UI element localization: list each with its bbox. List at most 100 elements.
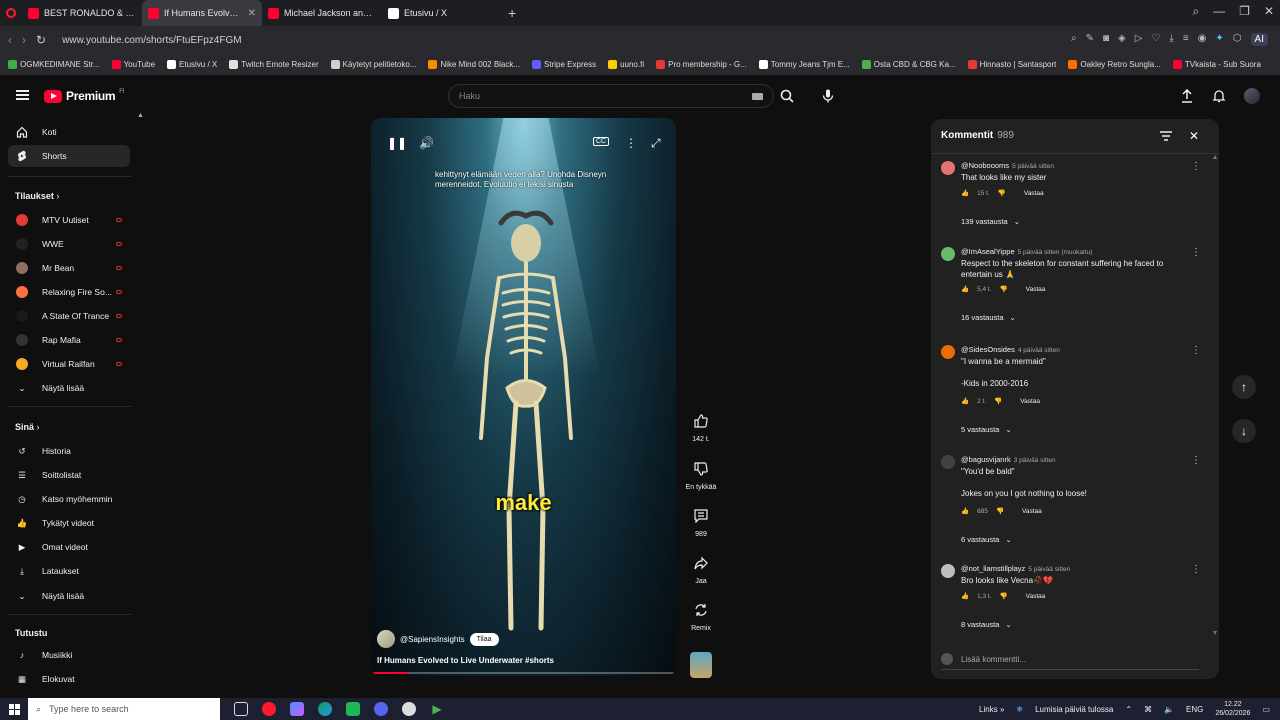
bookmark-item[interactable]: Etusivu / X xyxy=(167,60,217,69)
replies-toggle[interactable]: 8 vastausta ⌄ xyxy=(961,620,1012,629)
comment-menu-icon[interactable]: ⋮ xyxy=(1191,564,1201,575)
comment-author[interactable]: @SidesOnsides 4 päivää sitten xyxy=(961,345,1060,354)
sort-icon[interactable] xyxy=(1160,131,1172,141)
sidebar-item[interactable]: ▦ Elokuvat xyxy=(8,668,130,690)
volume-icon[interactable]: 🔊 xyxy=(419,136,434,150)
browser-tab[interactable]: Michael Jackson and Aar xyxy=(262,0,382,26)
bookmark-item[interactable]: Twitch Emote Resizer xyxy=(229,60,319,69)
bookmark-item[interactable]: OGMKEDIMANE Str... xyxy=(8,60,100,69)
comment-icon[interactable] xyxy=(690,505,712,527)
you-heading[interactable]: Sinä › xyxy=(15,422,40,432)
comment-author[interactable]: @Nooboooms 5 päivää sitten xyxy=(961,161,1054,170)
thumbs-down-icon[interactable]: 👎 xyxy=(1000,592,1008,600)
close-comments-icon[interactable]: ✕ xyxy=(1189,129,1199,143)
replies-toggle[interactable]: 6 vastausta ⌄ xyxy=(961,535,1012,544)
sidebar-channel[interactable]: MTV Uutiset xyxy=(8,209,130,231)
sidebar-channel[interactable]: Virtual Railfan xyxy=(8,353,130,375)
play-app-icon[interactable]: ▶ xyxy=(430,702,444,716)
notifications-icon[interactable]: ▭ xyxy=(1262,705,1270,714)
sidebar-channel[interactable]: Relaxing Fire So... xyxy=(8,281,130,303)
sidebar-item[interactable]: 👍 Tykätyt videot xyxy=(8,512,130,534)
reply-button[interactable]: Vastaa xyxy=(1022,508,1042,515)
discord-app-icon[interactable] xyxy=(374,702,388,716)
reload-icon[interactable]: ↻ xyxy=(36,33,46,47)
maximize-icon[interactable]: ❐ xyxy=(1239,4,1250,19)
bookmark-item[interactable]: TVkaista - Sub Suora xyxy=(1172,60,1261,69)
language-indicator[interactable]: ENG xyxy=(1186,705,1203,714)
sidebar-item[interactable]: ☰ Soittolistat xyxy=(8,464,130,486)
thumbs-up-icon[interactable] xyxy=(690,410,712,432)
ai-button[interactable]: AI xyxy=(1250,33,1268,46)
share-action[interactable]: Jaa xyxy=(684,552,718,585)
back-icon[interactable]: ‹ xyxy=(8,33,12,47)
download-icon[interactable]: ⤓ xyxy=(1169,33,1173,46)
search-input[interactable]: Haku xyxy=(448,84,774,108)
replies-toggle[interactable]: 5 vastausta ⌄ xyxy=(961,425,1012,434)
remix-action[interactable]: Remix xyxy=(684,599,718,632)
comments-scrollbar[interactable] xyxy=(1213,155,1217,635)
avatar[interactable] xyxy=(941,564,955,578)
sidebar-item[interactable]: ⤓ Lataukset xyxy=(8,560,130,582)
previous-short-button[interactable]: ↑ xyxy=(1232,375,1256,399)
subscribe-button[interactable]: Tilaa xyxy=(469,632,499,646)
new-tab-button[interactable]: + xyxy=(508,5,516,21)
windows-start-icon[interactable] xyxy=(0,703,28,715)
thumbs-up-icon[interactable]: 👍 xyxy=(961,189,969,197)
shorts-video-player[interactable]: ❚❚ 🔊 CC ⋮ ⤢ kehittynyt elämään veden all… xyxy=(371,118,676,676)
comment-author[interactable]: @not_liamstillplayz 5 päivää sitten xyxy=(961,564,1070,573)
channel-name[interactable]: @SapiensInsights xyxy=(400,635,465,644)
avatar[interactable] xyxy=(941,161,955,175)
add-comment-input[interactable]: Lisää kommentti... xyxy=(941,653,1199,670)
edit-icon[interactable]: ✎ xyxy=(1086,33,1094,46)
captions-icon[interactable]: CC xyxy=(593,137,610,146)
reply-button[interactable]: Vastaa xyxy=(1024,190,1044,197)
share-icon[interactable] xyxy=(690,552,712,574)
bookmark-item[interactable]: YouTube xyxy=(111,60,155,69)
channel-avatar[interactable] xyxy=(377,630,395,648)
replies-toggle[interactable]: 139 vastausta ⌄ xyxy=(961,217,1020,226)
thumbs-up-icon[interactable]: 👍 xyxy=(961,592,969,600)
reply-button[interactable]: Vastaa xyxy=(1020,398,1040,405)
youtube-premium-logo[interactable]: Premium FI xyxy=(44,89,125,103)
sidebar-channel[interactable]: WWE xyxy=(8,233,130,255)
comment-menu-icon[interactable]: ⋮ xyxy=(1191,161,1201,172)
bookmark-item[interactable]: Pro membership - G... xyxy=(656,60,747,69)
thumbs-down-icon[interactable]: 👎 xyxy=(994,397,1002,405)
extension-icon[interactable]: ✦ xyxy=(1215,33,1223,46)
edge-app-icon[interactable] xyxy=(318,702,332,716)
replies-toggle[interactable]: 16 vastausta ⌄ xyxy=(961,313,1016,322)
thumbs-up-icon[interactable]: 👍 xyxy=(961,285,969,293)
menu-icon[interactable]: ≡ xyxy=(1183,33,1189,46)
minimize-icon[interactable]: — xyxy=(1213,4,1225,19)
thumbs-down-icon[interactable]: 👎 xyxy=(1000,285,1008,293)
avatar[interactable] xyxy=(941,345,955,359)
play-icon[interactable]: ▷ xyxy=(1135,33,1143,46)
thumbs-down-icon[interactable] xyxy=(690,458,712,480)
hamburger-menu-icon[interactable] xyxy=(16,90,29,100)
avatar[interactable] xyxy=(941,455,955,469)
sidebar-item[interactable]: ▶ Omat videot xyxy=(8,536,130,558)
thumbs-down-icon[interactable]: 👎 xyxy=(998,189,1006,197)
taskbar-search-input[interactable]: ⌕ Type here to search xyxy=(28,698,220,720)
search-button-icon[interactable] xyxy=(780,89,794,103)
like-action[interactable]: 142 t. xyxy=(684,410,718,443)
extension-box-icon[interactable]: ⬡ xyxy=(1233,33,1242,46)
microphone-icon[interactable] xyxy=(822,89,834,103)
thumbs-down-icon[interactable]: 👎 xyxy=(996,507,1004,515)
clock[interactable]: 12.22 26/02/2026 xyxy=(1215,700,1250,718)
shield-app-icon[interactable] xyxy=(402,702,416,716)
bookmark-item[interactable]: Nike Mind 002 Black... xyxy=(428,60,520,69)
url-field[interactable]: www.youtube.com/shorts/FtuEFpz4FGM xyxy=(62,35,242,46)
bookmark-item[interactable]: Oakley Retro Sungla... xyxy=(1068,60,1161,69)
show-more-you[interactable]: ⌄ Näytä lisää xyxy=(8,585,130,607)
network-icon[interactable]: ⌘ xyxy=(1144,705,1152,714)
weather-text[interactable]: Lumisia päiviä tulossa xyxy=(1035,705,1113,714)
sidebar-item-shorts[interactable]: Shorts xyxy=(8,145,130,167)
links-toolbar[interactable]: Links » xyxy=(979,705,1004,714)
remix-icon[interactable] xyxy=(690,599,712,621)
camera-icon[interactable]: ◙ xyxy=(1103,33,1109,46)
task-view-icon[interactable] xyxy=(234,702,248,716)
show-more-subscriptions[interactable]: ⌄ Näytä lisää xyxy=(8,377,130,399)
bookmark-item[interactable]: Hinnasto | Santasport xyxy=(967,60,1056,69)
heart-icon[interactable]: ♡ xyxy=(1151,33,1160,46)
